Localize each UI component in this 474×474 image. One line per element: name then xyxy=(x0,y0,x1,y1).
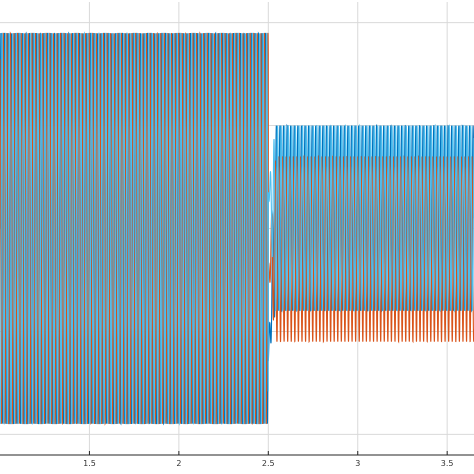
x-tick-label-4: 3.5 xyxy=(441,459,454,468)
x-tick-label-3: 3 xyxy=(355,459,360,468)
plot-area: 1.5 2 2.5 3 3.5 xyxy=(0,0,474,474)
x-tick-label-0: 1.5 xyxy=(83,459,96,468)
chart: 1.5 2 2.5 3 3.5 xyxy=(0,0,474,474)
x-tick-label-2: 2.5 xyxy=(262,459,275,468)
x-axis-band xyxy=(0,455,474,474)
x-tick-label-1: 2 xyxy=(176,459,181,468)
